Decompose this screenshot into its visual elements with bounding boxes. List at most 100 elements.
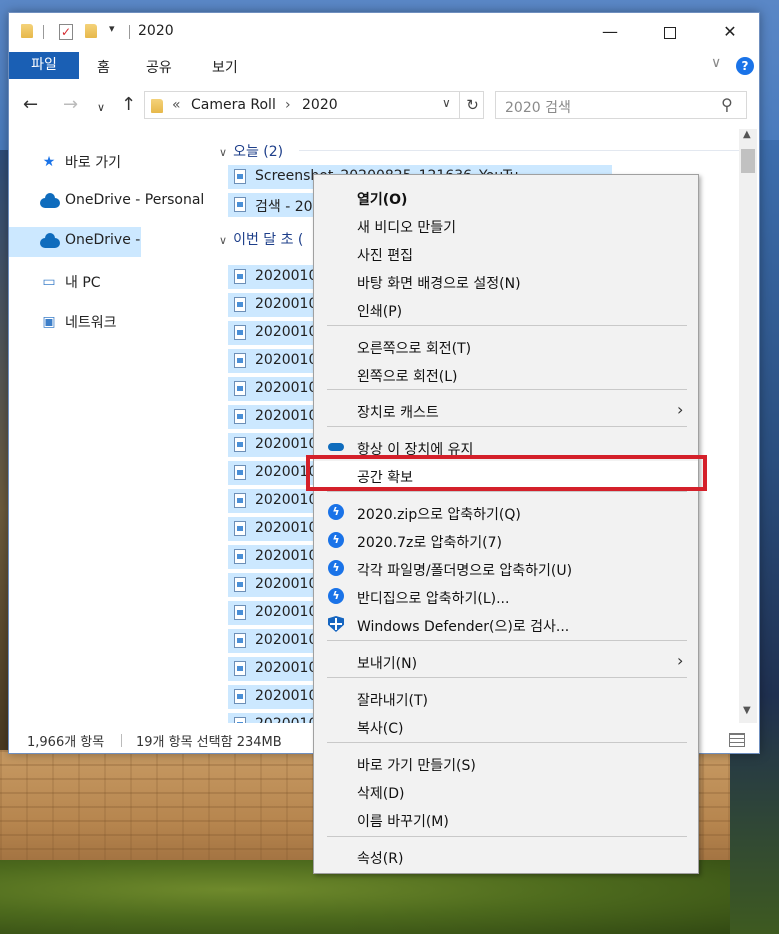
menu-item-label: 속성(R) — [357, 851, 404, 867]
menu-separator — [327, 325, 687, 326]
maximize-button[interactable] — [647, 19, 693, 45]
image-file-icon — [234, 197, 246, 212]
menu-item-20[interactable]: 삭제(D) — [314, 777, 698, 805]
menu-item-5[interactable]: 인쇄(P) — [314, 295, 698, 323]
menu-item-4[interactable]: 바탕 화면 배경으로 설정(N) — [314, 267, 698, 295]
image-file-icon — [234, 437, 246, 452]
details-view-icon[interactable] — [729, 733, 745, 747]
help-icon[interactable]: ? — [736, 57, 754, 75]
menu-separator — [327, 742, 687, 743]
selection-info: 19개 항목 선택함 234MB — [136, 735, 282, 750]
menu-item-15[interactable]: Windows Defender(으)로 검사... — [314, 610, 698, 638]
menu-item-label: 열기(O) — [357, 192, 408, 208]
network-icon: ▣ — [42, 314, 56, 330]
menu-item-8[interactable]: 장치로 캐스트 › — [314, 396, 698, 424]
image-file-icon — [234, 353, 246, 368]
image-file-icon — [234, 325, 246, 340]
new-folder-icon[interactable] — [85, 24, 97, 42]
menu-item-19[interactable]: 바로 가기 만들기(S) — [314, 749, 698, 777]
scroll-down-icon[interactable]: ▼ — [743, 705, 751, 716]
tab-share[interactable]: 공유 — [146, 57, 172, 77]
image-file-icon — [234, 633, 246, 648]
breadcrumb-2020[interactable]: 2020 — [302, 97, 338, 113]
menu-separator — [327, 426, 687, 427]
menu-item-11[interactable]: ϟ 2020.zip으로 압축하기(Q) — [314, 498, 698, 526]
nav-item-network[interactable]: ▣ 네트워크 — [9, 307, 205, 337]
menu-item-label: 바로 가기 만들기(S) — [357, 758, 476, 774]
highlight-annotation-box — [306, 455, 707, 491]
menu-item-label: 장치로 캐스트 — [357, 405, 439, 421]
up-button[interactable]: ↑ — [121, 95, 136, 115]
menu-separator — [327, 491, 687, 492]
star-icon: ★ — [42, 154, 56, 170]
search-input[interactable]: 2020 검색 ⚲ — [495, 91, 747, 119]
menu-item-17[interactable]: 잘라내기(T) — [314, 684, 698, 712]
menu-item-14[interactable]: ϟ 반디집으로 압축하기(L)... — [314, 582, 698, 610]
onedrive-icon — [40, 193, 60, 208]
menu-separator — [327, 836, 687, 837]
menu-item-label: 잘라내기(T) — [357, 693, 428, 709]
menu-item-6[interactable]: 오른쪽으로 회전(T) — [314, 332, 698, 360]
tab-view[interactable]: 보기 — [212, 57, 238, 77]
menu-item-2[interactable]: 새 비디오 만들기 — [314, 211, 698, 239]
image-file-icon — [234, 577, 246, 592]
image-file-icon — [234, 269, 246, 284]
menu-item-1[interactable]: 열기(O) — [314, 183, 698, 211]
tab-file[interactable]: 파일 — [9, 52, 79, 79]
menu-item-label: 각각 파일명/폴더명으로 압축하기(U) — [357, 563, 573, 579]
menu-item-label: 새 비디오 만들기 — [357, 220, 457, 236]
breadcrumb-overflow[interactable]: « — [172, 97, 181, 113]
image-file-icon — [234, 661, 246, 676]
image-file-icon — [234, 549, 246, 564]
properties-check-icon[interactable]: ✓ — [59, 24, 73, 40]
refresh-icon[interactable]: ↻ — [459, 92, 485, 118]
menu-item-label: Windows Defender(으)로 검사... — [357, 619, 570, 635]
ribbon-collapse-icon[interactable]: ∨ — [711, 55, 721, 71]
navigation-pane: ★ 바로 가기 OneDrive - Personal OneDrive - ▭… — [9, 143, 205, 723]
menu-separator — [327, 640, 687, 641]
menu-item-7[interactable]: 왼쪽으로 회전(L) — [314, 360, 698, 388]
nav-item-label: 바로 가기 — [65, 155, 121, 171]
nav-item-onedrive-business[interactable]: OneDrive - — [9, 227, 141, 257]
item-count: 1,966개 항목 — [27, 735, 105, 750]
minimize-button[interactable]: — — [587, 19, 633, 45]
search-icon[interactable]: ⚲ — [721, 95, 733, 114]
nav-item-label: OneDrive - Personal — [65, 192, 205, 208]
breadcrumb-separator[interactable]: › — [285, 97, 291, 113]
forward-button[interactable]: → — [63, 95, 78, 115]
nav-item-quick-access[interactable]: ★ 바로 가기 — [9, 147, 205, 177]
title-divider — [129, 25, 130, 39]
tab-home[interactable]: 홈 — [97, 57, 110, 77]
address-dropdown-icon[interactable]: ∨ — [442, 96, 451, 110]
menu-item-13[interactable]: ϟ 각각 파일명/폴더명으로 압축하기(U) — [314, 554, 698, 582]
menu-item-3[interactable]: 사진 편집 — [314, 239, 698, 267]
group-header-earlier-this-month[interactable]: ∨ 이번 달 초 ( — [219, 229, 303, 249]
address-bar[interactable]: « Camera Roll › 2020 ∨ ↻ — [144, 91, 484, 119]
menu-item-21[interactable]: 이름 바꾸기(M) — [314, 805, 698, 833]
image-file-icon — [234, 465, 246, 480]
group-header-today[interactable]: ∨ 오늘 (2) — [219, 141, 283, 161]
menu-item-label: 반디집으로 압축하기(L)... — [357, 591, 510, 607]
nav-item-label: 내 PC — [65, 275, 101, 291]
menu-item-16[interactable]: 보내기(N) › — [314, 647, 698, 675]
menu-item-18[interactable]: 복사(C) — [314, 712, 698, 740]
scroll-thumb[interactable] — [741, 149, 755, 173]
scroll-up-icon[interactable]: ▲ — [743, 129, 751, 140]
menu-item-12[interactable]: ϟ 2020.7z로 압축하기(7) — [314, 526, 698, 554]
quick-access-dropdown-icon[interactable]: ▾ — [109, 22, 115, 35]
close-button[interactable]: ✕ — [707, 19, 753, 45]
menu-item-label: 2020.7z로 압축하기(7) — [357, 535, 503, 551]
nav-item-this-pc[interactable]: ▭ 내 PC — [9, 267, 205, 297]
defender-shield-icon — [328, 616, 344, 632]
group-label: 이번 달 초 ( — [233, 232, 304, 248]
image-file-icon — [234, 409, 246, 424]
nav-item-onedrive-personal[interactable]: OneDrive - Personal — [9, 187, 205, 217]
recent-locations-button[interactable]: ∨ — [97, 98, 105, 118]
breadcrumb-camera-roll[interactable]: Camera Roll — [191, 97, 276, 113]
search-placeholder: 2020 검색 — [505, 100, 571, 116]
image-file-icon — [234, 297, 246, 312]
menu-item-22[interactable]: 속성(R) — [314, 842, 698, 870]
vertical-scrollbar[interactable]: ▲ ▼ — [739, 129, 757, 723]
onedrive-icon — [328, 443, 344, 451]
back-button[interactable]: ← — [23, 95, 38, 115]
